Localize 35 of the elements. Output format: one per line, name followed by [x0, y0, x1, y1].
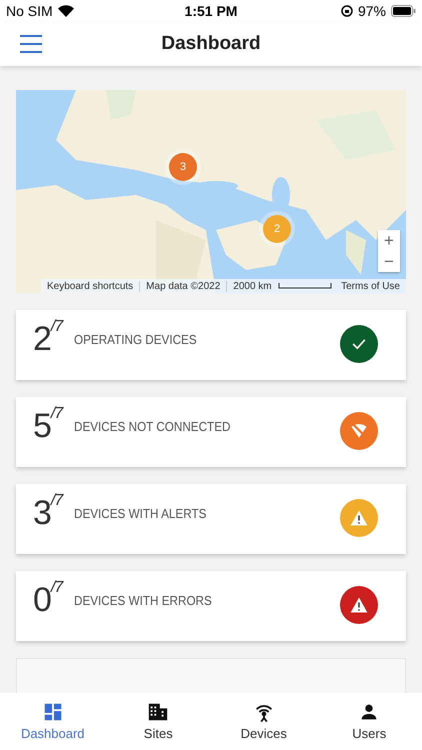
nav-tab[interactable]: Devices	[211, 693, 316, 750]
battery-text: 97%	[358, 3, 386, 19]
warning-icon	[349, 508, 369, 528]
menu-button[interactable]	[19, 34, 43, 54]
device-total: /7	[50, 579, 62, 596]
device-count: 0	[33, 581, 51, 620]
building-icon	[147, 701, 170, 723]
device-count: 3	[33, 494, 51, 533]
device-total: /7	[50, 405, 62, 422]
rotation-lock-icon	[340, 5, 353, 17]
page-title: Dashboard	[161, 33, 261, 55]
device-total: /7	[50, 492, 62, 509]
card-label: DEVICES NOT CONNECTED	[74, 419, 232, 434]
warning-icon	[349, 595, 369, 615]
clock-text: 1:51 PM	[184, 3, 238, 19]
menu-icon	[19, 34, 43, 54]
map-scale: 2000 km	[232, 280, 273, 292]
nav-tab[interactable]: Dashboard	[0, 693, 106, 750]
terms-link[interactable]: Terms of Use	[335, 280, 406, 292]
map-attribution[interactable]: Keyboard shortcuts	[41, 280, 140, 292]
carrier-text: No SIM	[6, 3, 53, 19]
card-label: DEVICES WITH ALERTS	[74, 506, 208, 521]
device-count: 5	[33, 407, 51, 446]
zoom-out-button[interactable]: −	[378, 251, 400, 272]
device-count: 2	[33, 320, 51, 359]
card-label: DEVICES WITH ERRORS	[74, 593, 214, 608]
scale-bar-icon	[278, 283, 332, 289]
nav-tab[interactable]: Users	[316, 693, 422, 750]
battery-icon	[390, 5, 416, 17]
nav-tab[interactable]: Sites	[106, 693, 211, 750]
zoom-in-button[interactable]: +	[378, 230, 400, 251]
device-total: /7	[50, 318, 62, 335]
wifi-icon	[58, 5, 74, 17]
map-attribution: Map data ©2022	[140, 280, 228, 292]
card-label: OPERATING DEVICES	[74, 332, 198, 347]
